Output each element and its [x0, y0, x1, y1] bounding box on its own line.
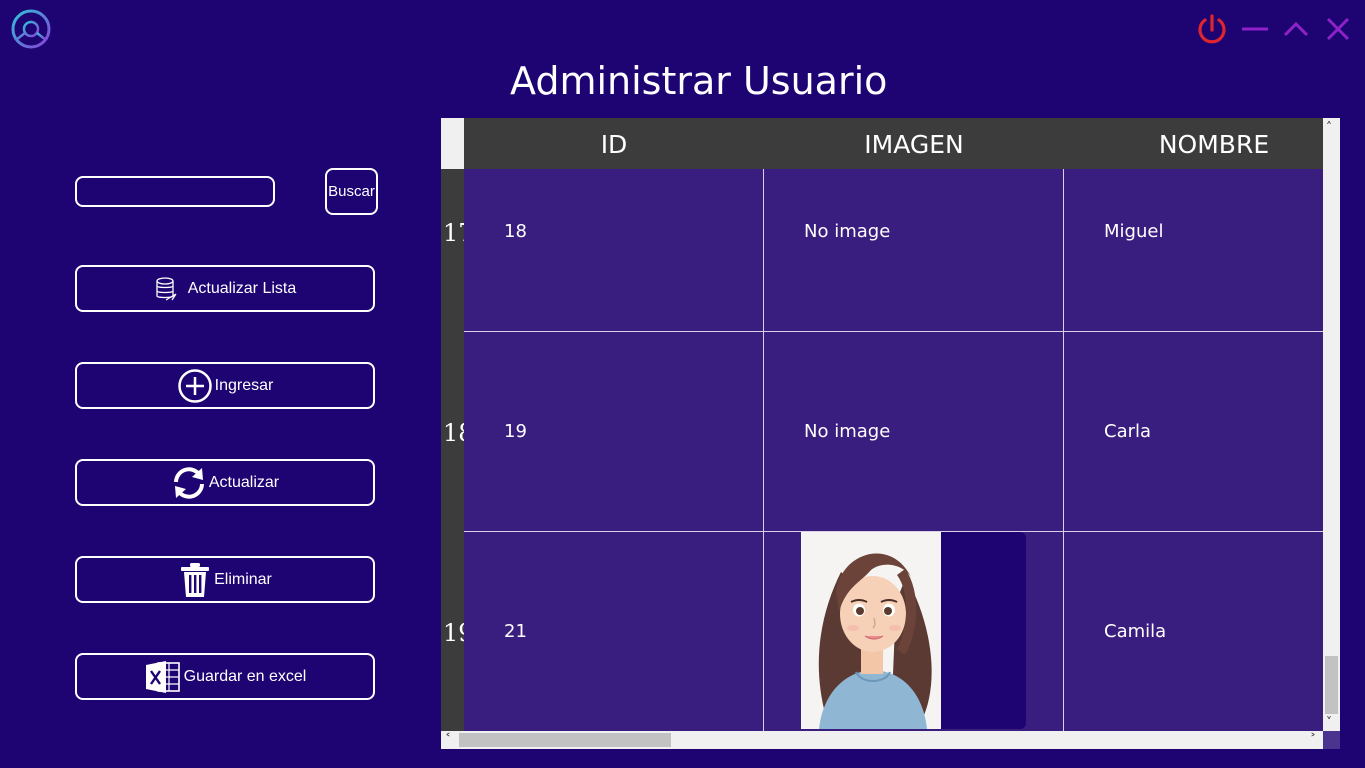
woman-avatar-image[interactable]: [801, 532, 941, 729]
add-label: Ingresar: [214, 376, 274, 394]
delete-button[interactable]: Eliminar: [75, 556, 375, 603]
search-input[interactable]: [75, 176, 275, 207]
refresh-list-button[interactable]: Actualizar Lista: [75, 265, 375, 312]
table-cell-nombre[interactable]: Carla: [1104, 421, 1151, 442]
scroll-up-arrow-icon[interactable]: ˄: [1326, 121, 1332, 133]
row-divider: [464, 331, 1323, 332]
close-icon[interactable]: [1319, 10, 1357, 48]
scroll-right-arrow-icon[interactable]: ˃: [1310, 733, 1316, 745]
table-corner: [441, 118, 464, 169]
page-title: Administrar Usuario: [510, 59, 888, 103]
app-logo-icon: [11, 9, 51, 49]
excel-icon: [145, 660, 180, 693]
table-header: ID IMAGEN NOMBRE: [464, 118, 1323, 169]
update-button[interactable]: Actualizar: [75, 459, 375, 506]
column-header-imagen[interactable]: IMAGEN: [764, 118, 1064, 169]
table-cell-imagen[interactable]: No image: [804, 421, 890, 442]
row-header[interactable]: 18: [443, 419, 464, 447]
column-header-id[interactable]: ID: [464, 118, 764, 169]
save-excel-label: Guardar en excel: [183, 667, 307, 685]
save-excel-button[interactable]: Guardar en excel: [75, 653, 375, 700]
power-icon[interactable]: [1193, 10, 1231, 48]
table-cell-id[interactable]: 19: [504, 421, 527, 442]
column-header-nombre[interactable]: NOMBRE: [1064, 118, 1323, 169]
search-button[interactable]: Buscar: [325, 168, 378, 215]
plus-circle-icon: [177, 368, 212, 403]
table-cell-imagen[interactable]: No image: [804, 221, 890, 242]
vertical-scrollbar[interactable]: [1323, 118, 1340, 731]
update-label: Actualizar: [208, 473, 280, 491]
scroll-left-arrow-icon[interactable]: ˂: [445, 733, 451, 745]
add-button[interactable]: Ingresar: [75, 362, 375, 409]
minimize-icon[interactable]: [1236, 10, 1274, 48]
row-header-column: 17 18 19: [441, 169, 464, 731]
scroll-corner: [1323, 731, 1340, 749]
column-divider: [763, 169, 764, 731]
vertical-scroll-thumb[interactable]: [1325, 656, 1338, 714]
row-header[interactable]: 19: [443, 619, 464, 647]
trash-icon: [181, 562, 210, 597]
table-cell-nombre[interactable]: Miguel: [1104, 221, 1163, 242]
table-cell-id[interactable]: 18: [504, 221, 527, 242]
maximize-icon[interactable]: [1277, 10, 1315, 48]
delete-label: Eliminar: [214, 570, 272, 588]
row-header[interactable]: 17: [443, 219, 464, 247]
scroll-down-arrow-icon[interactable]: ˅: [1326, 716, 1332, 728]
refresh-icon: [173, 466, 204, 499]
database-icon: [156, 276, 177, 301]
table-cell-nombre[interactable]: Camila: [1104, 621, 1166, 642]
table-cell-id[interactable]: 21: [504, 621, 527, 642]
refresh-list-label: Actualizar Lista: [187, 279, 297, 297]
column-divider: [1063, 169, 1064, 731]
horizontal-scroll-thumb[interactable]: [459, 733, 671, 747]
